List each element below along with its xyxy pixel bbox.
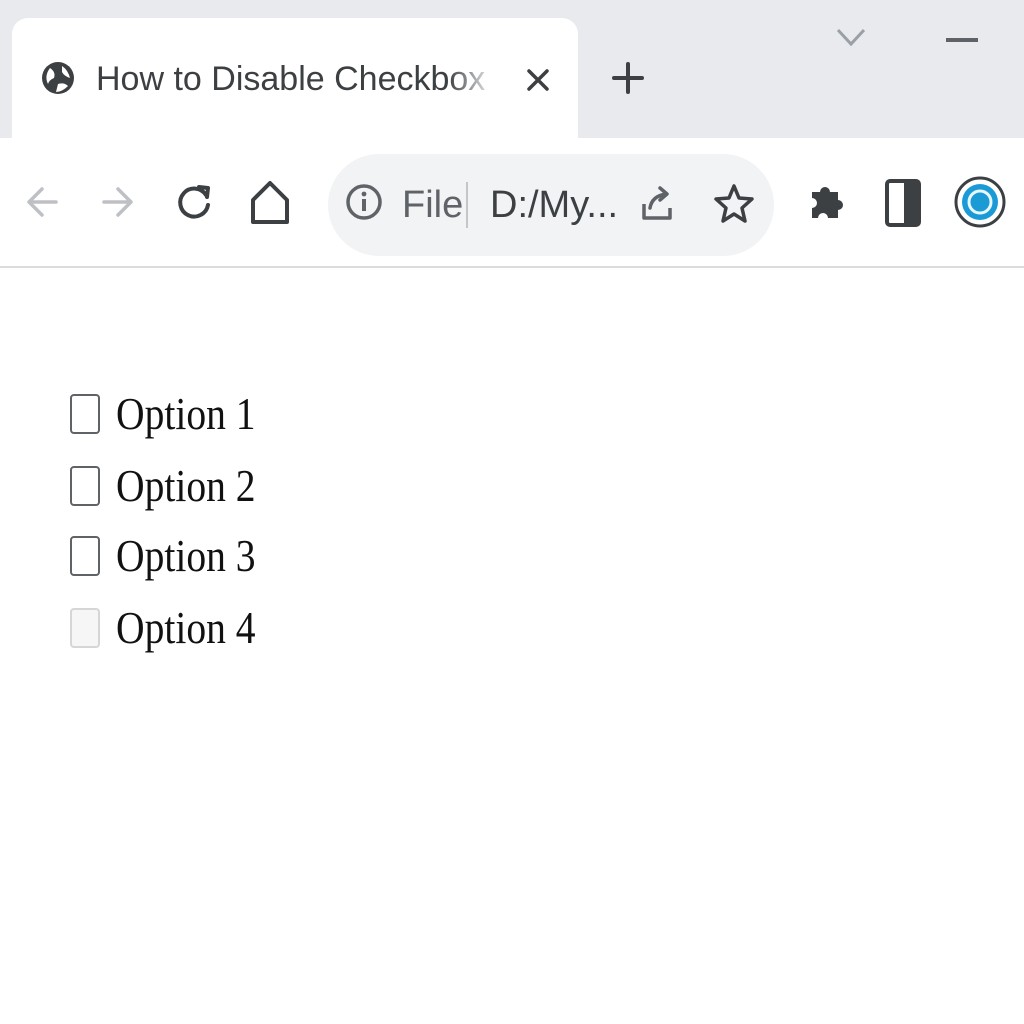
chevron-down-icon[interactable]: [834, 22, 868, 52]
home-icon[interactable]: [244, 176, 296, 228]
minimize-icon[interactable]: [946, 38, 978, 42]
checkbox-option-1[interactable]: [70, 394, 100, 434]
page-content: Option 1 Option 2 Option 3 Option 4: [0, 268, 1024, 1024]
profile-avatar-icon[interactable]: [952, 172, 1008, 232]
option-label-3: Option 3: [116, 530, 256, 581]
share-icon[interactable]: [636, 182, 678, 224]
tab-strip: How to Disable Checkbox using: [0, 0, 1024, 138]
tab-active[interactable]: How to Disable Checkbox using: [12, 18, 578, 138]
checkbox-option-2[interactable]: [70, 466, 100, 506]
url-text[interactable]: D:/My...: [490, 180, 620, 230]
option-row-1: Option 1: [70, 384, 278, 444]
option-label-4: Option 4: [116, 602, 256, 653]
globe-icon: [42, 62, 74, 94]
bookmark-star-icon[interactable]: [712, 182, 756, 226]
info-icon[interactable]: [344, 182, 384, 222]
url-scheme-label: File: [402, 184, 464, 226]
option-label-1: Option 1: [116, 388, 256, 439]
tab-title: How to Disable Checkbox using: [96, 60, 496, 98]
arrow-right-icon[interactable]: [92, 176, 144, 228]
option-label-2: Option 2: [116, 460, 256, 511]
plus-icon[interactable]: [608, 58, 648, 98]
extensions-puzzle-icon[interactable]: [804, 178, 852, 226]
option-row-3: Option 3: [70, 526, 278, 586]
checkbox-option-3[interactable]: [70, 536, 100, 576]
close-icon[interactable]: [520, 62, 556, 98]
address-separator: [466, 182, 468, 228]
side-panel-icon[interactable]: [884, 178, 922, 228]
arrow-left-icon[interactable]: [16, 176, 68, 228]
reload-icon[interactable]: [168, 176, 220, 228]
checkbox-option-4-disabled: [70, 608, 100, 648]
option-row-2: Option 2: [70, 456, 278, 516]
option-row-4: Option 4: [70, 598, 278, 658]
